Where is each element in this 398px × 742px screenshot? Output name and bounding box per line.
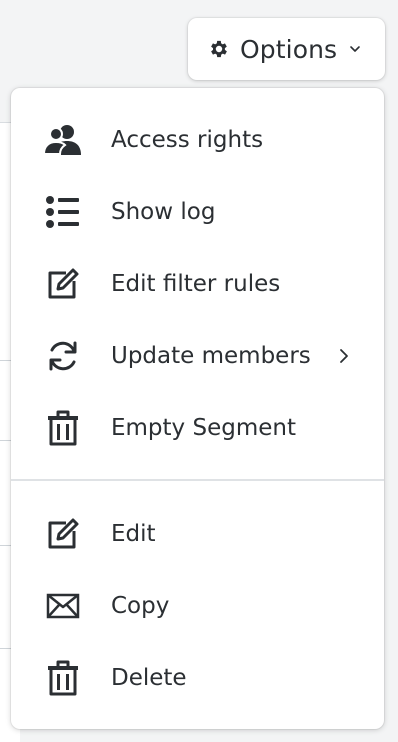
menu-item-label: Copy <box>111 593 170 619</box>
menu-item-label: Access rights <box>111 127 264 153</box>
menu-item-label: Edit <box>111 521 156 547</box>
edit-icon <box>43 514 83 554</box>
trash-icon <box>43 658 83 698</box>
menu-item-show-log[interactable]: Show log <box>11 182 384 242</box>
menu-divider <box>11 479 384 481</box>
page: Options Access rights Show log Edit filt… <box>0 0 398 742</box>
edit-icon <box>43 264 83 304</box>
gear-icon <box>208 38 230 60</box>
options-button[interactable]: Options <box>188 18 385 80</box>
menu-item-empty-segment[interactable]: Empty Segment <box>11 398 384 458</box>
menu-item-label: Edit filter rules <box>111 271 281 297</box>
options-button-label: Options <box>240 34 338 64</box>
users-icon <box>43 120 83 160</box>
menu-item-update-members[interactable]: Update members <box>11 326 384 386</box>
trash-icon <box>43 408 83 448</box>
options-dropdown-menu: Access rights Show log Edit filter rules… <box>11 88 384 729</box>
menu-item-edit[interactable]: Edit <box>11 504 384 564</box>
chevron-right-icon <box>337 346 351 366</box>
menu-item-label: Update members <box>111 343 311 369</box>
menu-item-copy[interactable]: Copy <box>11 576 384 636</box>
menu-item-label: Delete <box>111 665 187 691</box>
envelope-icon <box>43 586 83 626</box>
menu-item-access-rights[interactable]: Access rights <box>11 110 384 170</box>
refresh-icon <box>43 336 83 376</box>
menu-item-label: Empty Segment <box>111 415 296 441</box>
list-icon <box>43 192 83 232</box>
menu-item-delete[interactable]: Delete <box>11 648 384 708</box>
menu-item-label: Show log <box>111 199 216 225</box>
menu-item-edit-filter-rules[interactable]: Edit filter rules <box>11 254 384 314</box>
chevron-down-icon <box>349 43 361 55</box>
